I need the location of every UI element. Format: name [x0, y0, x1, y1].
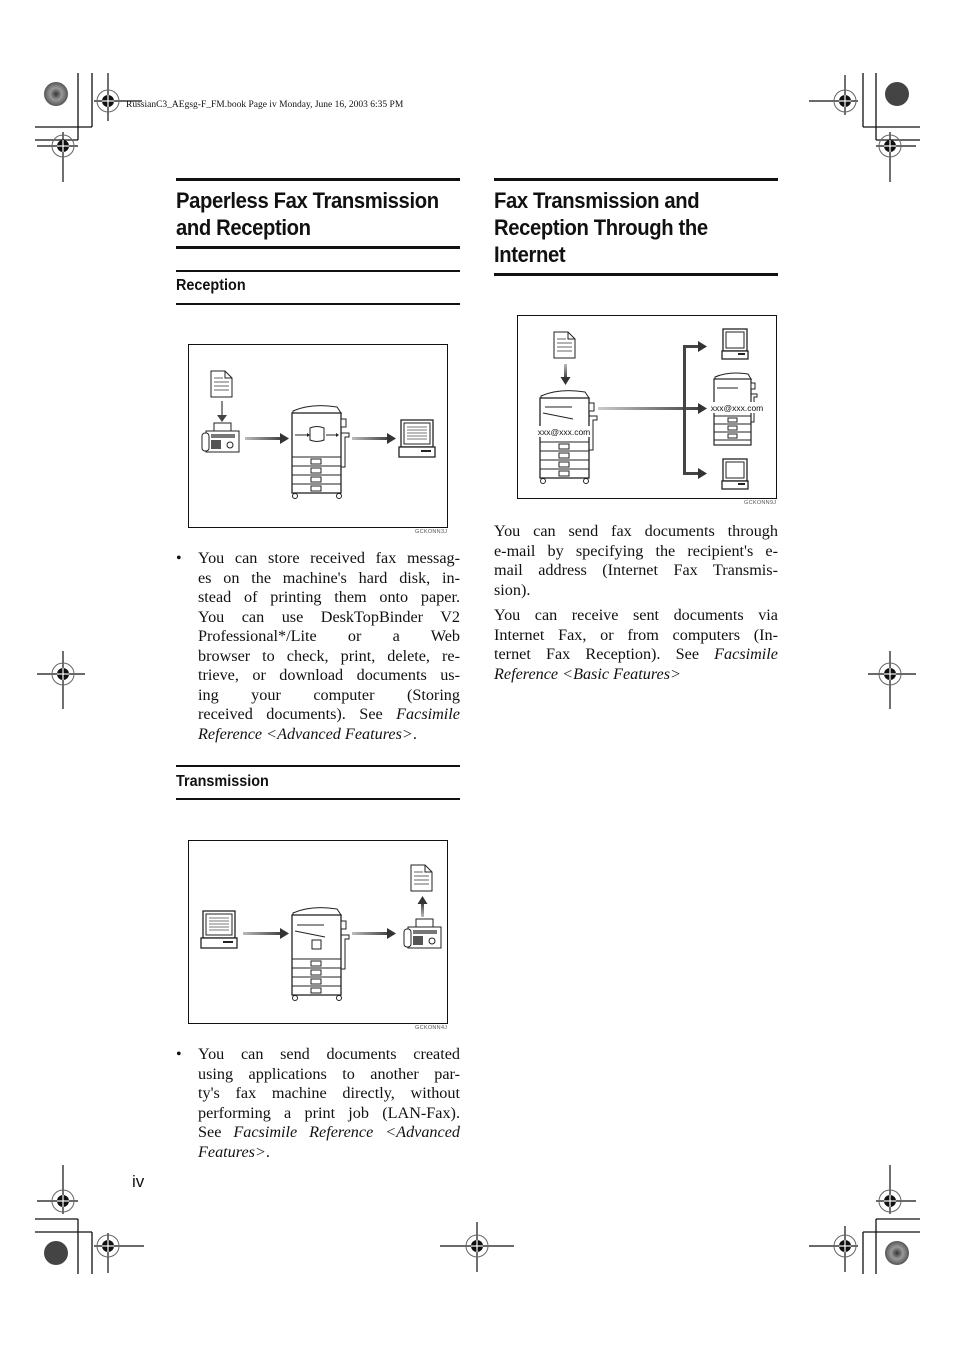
text-line: You can store received fax messag-: [198, 549, 460, 567]
crop-mark-bottom-left: [35, 1165, 144, 1274]
crop-mark-top-left: [35, 73, 142, 182]
reference-link: Reference <Basic Features>: [494, 664, 681, 683]
text-line: You can send fax documents through: [494, 522, 778, 540]
text-line: Reference <Basic Features>: [494, 665, 778, 685]
section-title-line: and Reception: [176, 215, 311, 240]
figure-code: GCKONN9J: [744, 500, 777, 506]
text-line: Reference <Advanced Features>.: [198, 725, 460, 745]
text-line: mail address (Internet Fax Transmis-: [494, 561, 778, 579]
text-line: using applications to another par-: [198, 1064, 460, 1083]
text-line: Professional*/Lite or a Web: [198, 627, 460, 645]
text-line: Internet Fax, or from computers (In-: [494, 625, 778, 644]
reference-link: Features>: [198, 1142, 266, 1161]
section-top-rule: [176, 178, 460, 181]
star-target-icon: [44, 82, 68, 106]
bullet-icon: •: [176, 1046, 182, 1063]
text-line: sion).: [494, 580, 531, 599]
section-bottom-rule: [176, 246, 460, 249]
print-header-file-info: RussianC3_AEgsg-F_FM.book Page iv Monday…: [126, 100, 404, 110]
document-icon: [553, 331, 576, 359]
text-line: ty's fax machine directly, without: [198, 1084, 460, 1102]
arrow-down-icon: [217, 401, 227, 422]
text-line: browser to check, print, delete, re-: [198, 646, 460, 665]
text-line: See Facsimile Reference <Advanced: [198, 1123, 460, 1143]
figure-reception: [188, 344, 448, 528]
reference-link: Facsimile Reference <Advanced: [233, 1123, 460, 1141]
figure-internet-fax: xxx@xxx.com xxx@xxx.com: [517, 315, 777, 499]
text-line: ternet Fax Reception). See Facsimile: [494, 645, 778, 665]
section-title-line: Paperless Fax Transmission: [176, 188, 439, 213]
crop-mark-mid-left: [37, 651, 85, 709]
star-target-icon: [44, 1241, 68, 1265]
text-fragment: ternet Fax Reception). See: [494, 645, 715, 663]
crop-mark-bottom-center: [440, 1222, 514, 1272]
reference-link: Reference <Advanced Features>: [198, 724, 413, 743]
computer-icon: [721, 328, 749, 360]
fax-machine-icon: [201, 422, 240, 453]
subsection-top-rule: [176, 270, 460, 272]
subsection-heading-reception: Reception: [176, 277, 246, 294]
document-icon: [410, 864, 433, 892]
text-line: You can send documents created: [198, 1045, 460, 1063]
text-line: received documents). See Facsimile: [198, 705, 460, 725]
figure-transmission: [188, 840, 448, 1024]
text-line: stead of printing them onto paper.: [198, 588, 460, 606]
paragraph-internet-fax-transmission: You can send fax documents through e-mai…: [494, 522, 778, 600]
document-icon: [210, 370, 233, 398]
arrow-right-icon: [243, 928, 289, 939]
fax-machine-icon: [403, 918, 442, 949]
copier-sender-icon: [538, 390, 598, 484]
section-title-line: Fax Transmission and: [494, 188, 700, 213]
subsection-bottom-rule: [176, 798, 460, 800]
text-fragment: .: [265, 1142, 270, 1161]
crop-mark-mid-right: [868, 651, 916, 709]
arrow-right-icon: [245, 433, 289, 444]
reference-link: Facsimile: [714, 645, 778, 663]
paragraph-internet-fax-reception: You can receive sent documents via Inter…: [494, 606, 778, 684]
arrow-right-icon: [352, 928, 396, 939]
email-label-sender: xxx@xxx.com: [538, 427, 591, 437]
arrow-down-icon: [560, 364, 571, 385]
star-target-icon: [885, 1241, 909, 1265]
text-line: e-mail by specifying the recipient's e-: [494, 541, 778, 560]
computer-icon: [721, 458, 749, 490]
computer-icon: [398, 419, 436, 458]
crop-marks: [35, 73, 920, 1274]
section-title-line: Reception Through the: [494, 215, 708, 240]
section-title-paperless: Paperless Fax Transmission and Reception: [176, 187, 439, 241]
text-line: performing a print job (LAN-Fax).: [198, 1103, 460, 1122]
email-label-receiver: xxx@xxx.com: [711, 403, 764, 413]
text-line: You can use DeskTopBinder V2: [198, 607, 460, 626]
reference-link: Facsimile: [396, 705, 460, 723]
text-line: trieve, or download documents us-: [198, 666, 460, 684]
text-line: es on the machine's hard disk, in-: [198, 568, 460, 587]
page-number: iv: [132, 1172, 145, 1191]
text-line: ing your computer (Storing: [198, 685, 460, 704]
arrow-right-icon: [352, 433, 396, 444]
section-title-line: Internet: [494, 242, 566, 267]
text-line: You can receive sent documents via: [494, 606, 778, 624]
crop-mark-bottom-right: [809, 1165, 920, 1274]
text-fragment: See: [198, 1123, 234, 1141]
arrow-right-icon: [598, 403, 707, 414]
copier-hdd-icon: [291, 405, 350, 499]
figure-code: GCKONN3J: [415, 529, 448, 535]
section-title-internet-fax: Fax Transmission and Reception Through t…: [494, 187, 708, 268]
computer-icon: [200, 910, 238, 949]
subsection-heading-transmission: Transmission: [176, 773, 269, 790]
section-top-rule: [494, 178, 778, 181]
text-line: Features>.: [198, 1143, 460, 1163]
figure-code: GCKONN4J: [415, 1025, 448, 1031]
bullet-icon: •: [176, 550, 182, 567]
subsection-top-rule: [176, 765, 460, 767]
text-fragment: .: [412, 724, 417, 743]
subsection-bottom-rule: [176, 303, 460, 305]
arrow-up-icon: [417, 896, 428, 917]
crop-mark-top-right: [809, 73, 920, 182]
copier-icon: [291, 907, 350, 1001]
text-fragment: received documents). See: [198, 705, 397, 723]
star-target-icon: [885, 82, 909, 106]
section-bottom-rule: [494, 273, 778, 276]
